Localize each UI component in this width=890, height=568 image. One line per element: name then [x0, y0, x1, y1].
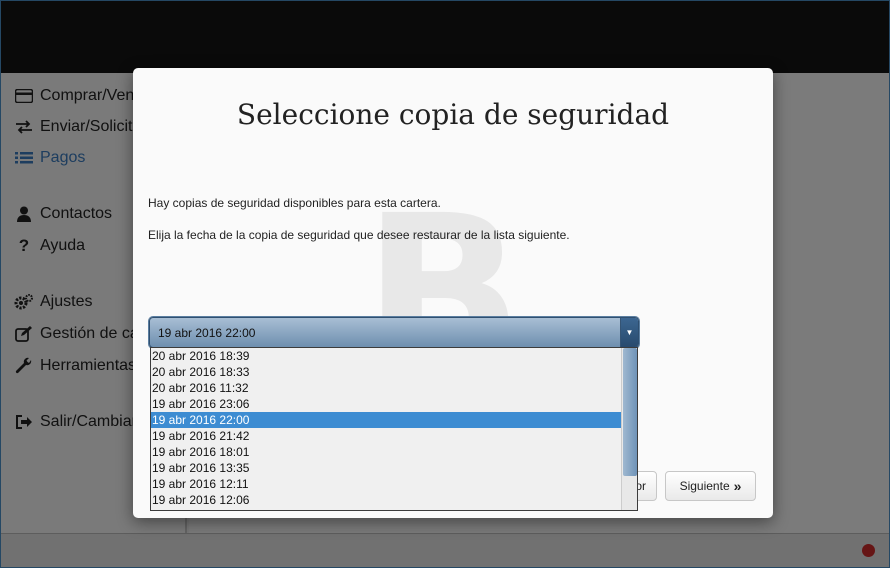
dropdown-options-list: 20 abr 2016 18:39 20 abr 2016 18:33 20 a… — [151, 348, 622, 510]
dropdown-option[interactable]: 19 abr 2016 12:11 — [151, 476, 622, 492]
next-button[interactable]: Siguiente » — [665, 471, 756, 501]
dropdown-option[interactable]: 19 abr 2016 18:01 — [151, 444, 622, 460]
select-current-value: 19 abr 2016 22:00 — [158, 326, 256, 340]
dialog-text-instructions: Elija la fecha de la copia de seguridad … — [148, 228, 570, 242]
dropdown-option[interactable]: 20 abr 2016 11:32 — [151, 380, 622, 396]
next-button-label: Siguiente — [679, 479, 730, 493]
dropdown-option-selected[interactable]: 19 abr 2016 22:00 — [151, 412, 622, 428]
backup-date-select[interactable]: 19 abr 2016 22:00 ▼ — [149, 317, 639, 348]
caret-down-icon[interactable]: ▼ — [620, 318, 638, 347]
scrollbar-thumb[interactable] — [623, 348, 637, 476]
dropdown-option[interactable]: 19 abr 2016 12:06 — [151, 492, 622, 508]
backup-select-dialog: B Seleccione copia de seguridad Hay copi… — [133, 68, 773, 518]
dropdown-scrollbar[interactable] — [621, 348, 637, 510]
dropdown-option[interactable]: 20 abr 2016 18:39 — [151, 348, 622, 364]
dropdown-option[interactable]: 19 abr 2016 23:06 — [151, 396, 622, 412]
dialog-text-available: Hay copias de seguridad disponibles para… — [148, 196, 441, 210]
dropdown-option[interactable]: 19 abr 2016 21:42 — [151, 428, 622, 444]
double-chevron-right-icon: » — [733, 478, 742, 494]
backup-date-dropdown: 20 abr 2016 18:39 20 abr 2016 18:33 20 a… — [150, 347, 638, 511]
dropdown-option[interactable]: 20 abr 2016 18:33 — [151, 364, 622, 380]
dropdown-option[interactable]: 19 abr 2016 13:35 — [151, 460, 622, 476]
dialog-title: Seleccione copia de seguridad — [236, 98, 670, 131]
